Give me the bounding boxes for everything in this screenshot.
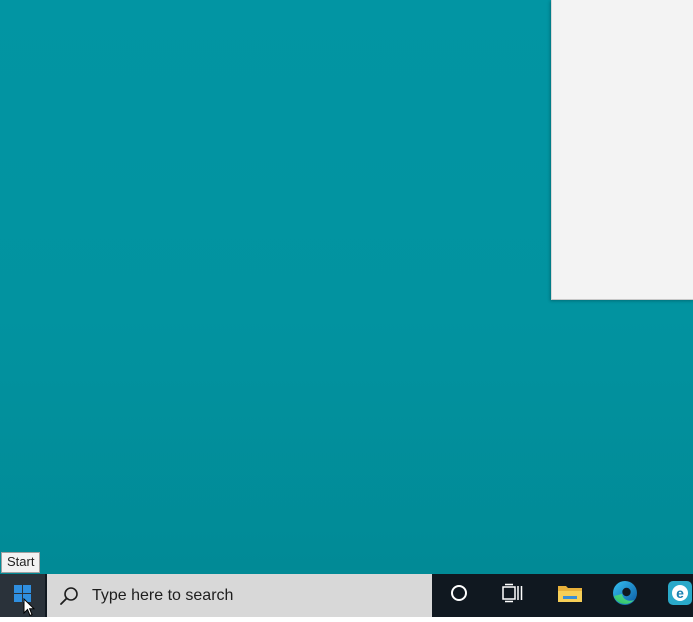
mouse-cursor-icon (23, 597, 36, 622)
internet-explorer-icon: e (667, 580, 693, 611)
start-tooltip: Start (1, 552, 41, 573)
open-window-panel[interactable] (551, 0, 693, 300)
svg-text:e: e (676, 585, 684, 601)
file-explorer-button[interactable] (548, 574, 592, 617)
search-placeholder: Type here to search (92, 586, 234, 604)
search-box[interactable]: Type here to search (47, 574, 432, 617)
search-icon (58, 585, 80, 607)
taskbar: Type here to search e (0, 574, 693, 617)
cortana-button[interactable] (437, 574, 481, 617)
cortana-icon (449, 583, 469, 608)
edge-button[interactable] (603, 574, 647, 617)
file-explorer-icon (557, 582, 583, 609)
task-view-icon (502, 583, 524, 608)
edge-icon (611, 579, 639, 612)
task-view-button[interactable] (491, 574, 535, 617)
internet-explorer-button[interactable]: e (658, 574, 693, 617)
